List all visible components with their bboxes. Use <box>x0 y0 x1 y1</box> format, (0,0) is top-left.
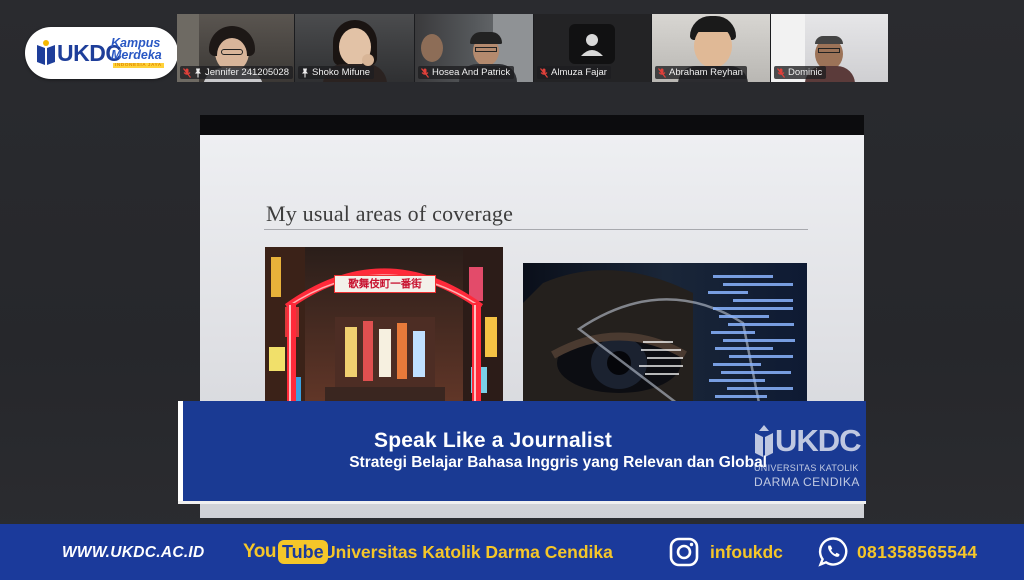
participant-tile[interactable]: Abraham Reyhan <box>652 14 770 82</box>
cyber-eye-photo <box>523 263 807 423</box>
lower-third-banner: Speak Like a Journalist Strategi Belajar… <box>178 401 866 504</box>
avatar <box>569 24 615 64</box>
ukdc-book-icon <box>37 40 55 65</box>
pin-icon <box>195 68 201 77</box>
participant-name: Jennifer 241205028 <box>205 67 289 78</box>
ukdc-banner-logo: UKDC UNIVERSITAS KATOLIK DARMA CENDIKA <box>753 421 863 491</box>
slide-divider <box>264 229 808 230</box>
participant-name: Shoko Mifune <box>312 67 371 78</box>
participant-name: Hosea And Patrick <box>432 67 511 78</box>
slide-title: My usual areas of coverage <box>266 201 514 226</box>
youtube-logo: You Tube <box>243 539 328 565</box>
street-scene <box>265 247 503 427</box>
participant-name: Dominic <box>788 67 823 78</box>
footer-whatsapp-number[interactable]: 081358565544 <box>857 542 977 563</box>
slide-top-bar <box>200 115 864 135</box>
footer-website[interactable]: WWW.UKDC.AC.ID <box>62 544 205 562</box>
mic-muted-icon <box>540 67 548 78</box>
participant-tile[interactable]: Almuza Fajar <box>534 14 651 82</box>
footer-youtube-channel[interactable]: Universitas Katolik Darma Cendika <box>323 542 613 563</box>
participant-name: Abraham Reyhan <box>669 67 743 78</box>
banner-logo-darma-cendika: DARMA CENDIKA <box>754 475 860 489</box>
participant-tile-active-speaker[interactable]: Shoko Mifune <box>295 14 414 82</box>
code-eye-image <box>523 263 807 423</box>
participant-name-tag: Jennifer 241205028 <box>180 66 293 79</box>
mic-muted-icon <box>777 67 785 78</box>
footer-bar: WWW.UKDC.AC.ID You Tube Universitas Kato… <box>0 524 1024 580</box>
banner-subtitle: Strategi Belajar Bahasa Inggris yang Rel… <box>349 454 767 471</box>
mic-muted-icon <box>421 67 429 78</box>
logo-tagline: INDONESIA JAYA <box>113 63 164 68</box>
pin-icon <box>302 68 308 77</box>
glasses <box>221 49 243 55</box>
youtube-tube-text: Tube <box>277 540 328 564</box>
kampus-merdeka-logo: UKDC Kampus Merdeka INDONESIA JAYA <box>25 27 178 79</box>
participant-name-tag: Shoko Mifune <box>298 66 375 79</box>
instagram-icon <box>669 537 699 567</box>
participant-name-tag: Hosea And Patrick <box>418 66 515 79</box>
participant-name-tag: Almuza Fajar <box>537 66 611 79</box>
banner-title: Speak Like a Journalist <box>373 429 613 452</box>
youtube-you-text: You <box>243 541 276 562</box>
participant-strip: Jennifer 241205028 Shoko Mifune Hosea An… <box>177 14 888 82</box>
logo-merdeka-text: Merdeka <box>111 48 162 62</box>
participant-tile[interactable]: Dominic <box>771 14 888 82</box>
ukdc-book-icon <box>755 425 773 457</box>
mic-muted-icon <box>183 67 191 78</box>
participant-name-tag: Abraham Reyhan <box>655 66 747 79</box>
footer-instagram[interactable]: infoukdc <box>710 542 783 563</box>
participant-tile[interactable]: Hosea And Patrick <box>415 14 533 82</box>
participant-name-tag: Dominic <box>774 66 827 79</box>
banner-logo-universitas: UNIVERSITAS KATOLIK <box>754 463 859 473</box>
mic-muted-icon <box>658 67 666 78</box>
kabukicho-gate-photo: 歌舞伎町一番街 <box>265 247 503 427</box>
participant-tile[interactable]: Jennifer 241205028 <box>177 14 294 82</box>
participant-name: Almuza Fajar <box>551 67 607 78</box>
gate-sign-text: 歌舞伎町一番街 <box>334 275 436 293</box>
whatsapp-icon <box>818 537 848 567</box>
banner-logo-ukdc: UKDC <box>775 423 862 458</box>
user-avatar-icon <box>581 34 603 56</box>
